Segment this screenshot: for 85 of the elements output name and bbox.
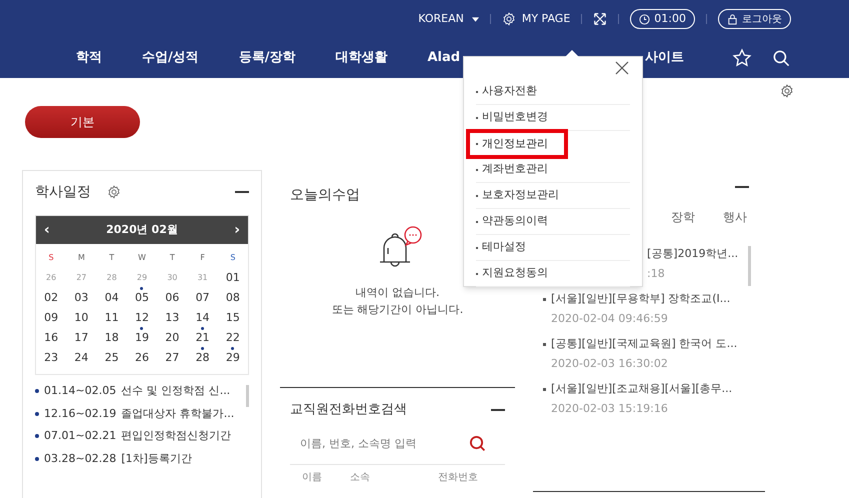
menu-item[interactable]: 보호자정보관리 bbox=[482, 187, 559, 204]
nav-menu-item[interactable]: 수업/성적 bbox=[142, 48, 199, 68]
calendar-day[interactable]: 16 bbox=[44, 330, 58, 346]
card-title: 교직원전화번호검색 bbox=[290, 401, 407, 420]
card-title: 학사일정 bbox=[35, 182, 91, 202]
calendar-day[interactable]: 19 bbox=[134, 330, 149, 346]
calendar-day[interactable]: 06 bbox=[165, 290, 180, 306]
calendar-day[interactable]: 03 bbox=[74, 290, 88, 306]
calendar-day[interactable]: 22 bbox=[226, 330, 240, 346]
calendar-day[interactable]: 05 bbox=[134, 290, 149, 306]
menu-item[interactable]: 약관동의이력 bbox=[482, 213, 548, 230]
weekday-label: S bbox=[48, 252, 55, 264]
notice-tab[interactable]: 장학 bbox=[671, 208, 695, 226]
nav-menu-item[interactable]: 학적 bbox=[76, 48, 102, 68]
session-timer[interactable]: 01:00 bbox=[630, 9, 695, 29]
notice-title[interactable]: [서울][일반][조교채용][서울][총무... bbox=[551, 381, 732, 398]
weekday-label: W bbox=[137, 252, 147, 264]
event-dates: 12.16~02.19 bbox=[44, 406, 116, 422]
notice-title[interactable]: [공통][일반][국제교육원] 한국어 도... bbox=[551, 336, 738, 352]
event-title[interactable]: 졸업대상자 휴학불가... bbox=[121, 406, 234, 422]
menu-item[interactable]: 사용자전환 bbox=[482, 83, 537, 100]
weekday-label: S bbox=[229, 252, 236, 264]
calendar-month: 2020년 02월 bbox=[106, 222, 178, 238]
weekday-label: F bbox=[199, 252, 206, 264]
event-title[interactable]: [1차]등록기간 bbox=[121, 450, 192, 467]
empty-message: 내역이 없습니다. bbox=[354, 285, 440, 301]
calendar-day[interactable]: 04 bbox=[104, 290, 119, 306]
nav-menu-item[interactable]: Alad bbox=[428, 48, 460, 68]
next-month-button[interactable]: › bbox=[234, 220, 240, 240]
calendar-day[interactable]: 28 bbox=[196, 350, 210, 366]
calendar-day[interactable]: 07 bbox=[196, 290, 210, 306]
language-selector[interactable]: KOREAN bbox=[418, 10, 479, 28]
calendar-day[interactable]: 09 bbox=[44, 310, 58, 326]
nav-menu-item[interactable]: 등록/장학 bbox=[238, 48, 296, 68]
column-header: 이름 bbox=[302, 471, 323, 485]
search-field[interactable]: 이름, 번호, 소속명 입력 bbox=[300, 436, 469, 452]
notice-tab[interactable]: 행사 bbox=[723, 208, 747, 226]
menu-item[interactable]: 개인정보관리 bbox=[482, 136, 548, 152]
calendar-day[interactable]: 26 bbox=[134, 350, 149, 366]
empty-message: 또는 해당기간이 아닙니다. bbox=[330, 302, 464, 318]
menu-item[interactable]: 계좌번호관리 bbox=[482, 161, 548, 178]
event-dates: 01.14~02.05 bbox=[44, 383, 116, 399]
calendar-day[interactable]: 24 bbox=[74, 350, 88, 366]
preset-button[interactable]: 기본 bbox=[25, 106, 140, 138]
calendar-day[interactable]: 21 bbox=[196, 330, 210, 346]
event-title[interactable]: 편입인정학점신청기간 bbox=[121, 428, 232, 444]
card-title: 오늘의수업 bbox=[290, 187, 360, 203]
my-page-button[interactable]: MY PAGE bbox=[502, 10, 570, 28]
calendar-day[interactable]: 14 bbox=[196, 310, 210, 326]
calendar-day[interactable]: 12 bbox=[134, 310, 149, 326]
calendar-day[interactable]: 17 bbox=[74, 330, 88, 346]
weekday-label: T bbox=[108, 252, 116, 264]
weekday-label: T bbox=[168, 252, 176, 264]
event-dates: 03.28~02.28 bbox=[44, 450, 116, 466]
notice-date: 2020-02-04 09:46:59 bbox=[550, 310, 669, 326]
nav-menu-item[interactable]: 대학생활 bbox=[336, 48, 388, 68]
calendar-day[interactable]: 29 bbox=[226, 350, 240, 366]
calendar-day[interactable]: 18 bbox=[104, 330, 119, 346]
calendar-day[interactable]: 23 bbox=[44, 350, 58, 366]
calendar-day[interactable]: 10 bbox=[74, 310, 88, 326]
notice-date: 2020-02-03 16:30:02 bbox=[550, 356, 669, 372]
calendar-day[interactable]: 20 bbox=[165, 330, 180, 346]
menu-item[interactable]: 비밀번호변경 bbox=[482, 109, 548, 126]
column-header: 소속 bbox=[350, 471, 371, 485]
column-header: 전화번호 bbox=[438, 471, 478, 485]
calendar-day[interactable]: 25 bbox=[104, 350, 119, 366]
prev-month-button[interactable]: ‹ bbox=[44, 220, 50, 240]
event-dates: 07.01~02.21 bbox=[44, 428, 116, 444]
calendar-day[interactable]: 11 bbox=[104, 310, 119, 326]
weekday-label: M bbox=[76, 252, 86, 264]
notice-date: :18 bbox=[647, 266, 666, 282]
calendar-day[interactable]: 01 bbox=[226, 270, 240, 286]
logout-button[interactable]: 로그아웃 bbox=[718, 9, 791, 29]
menu-item[interactable]: 지원요청동의 bbox=[482, 265, 548, 282]
notice-title[interactable]: [서울][일반][무용학부] 장학조교(I... bbox=[551, 291, 730, 308]
notice-title[interactable]: [공통]2019학년... bbox=[647, 246, 738, 262]
calendar-day[interactable]: 27 bbox=[165, 350, 180, 366]
calendar-day[interactable]: 15 bbox=[226, 310, 240, 326]
calendar-day[interactable]: 08 bbox=[226, 290, 240, 306]
nav-menu-item[interactable]: 사이트 bbox=[645, 48, 684, 68]
menu-item[interactable]: 테마설정 bbox=[482, 239, 526, 256]
event-title[interactable]: 선수 및 인정학점 신... bbox=[121, 383, 230, 400]
notice-date: 2020-02-03 15:19:16 bbox=[550, 400, 669, 416]
calendar-day[interactable]: 13 bbox=[165, 310, 180, 326]
calendar-day[interactable]: 02 bbox=[44, 290, 58, 306]
